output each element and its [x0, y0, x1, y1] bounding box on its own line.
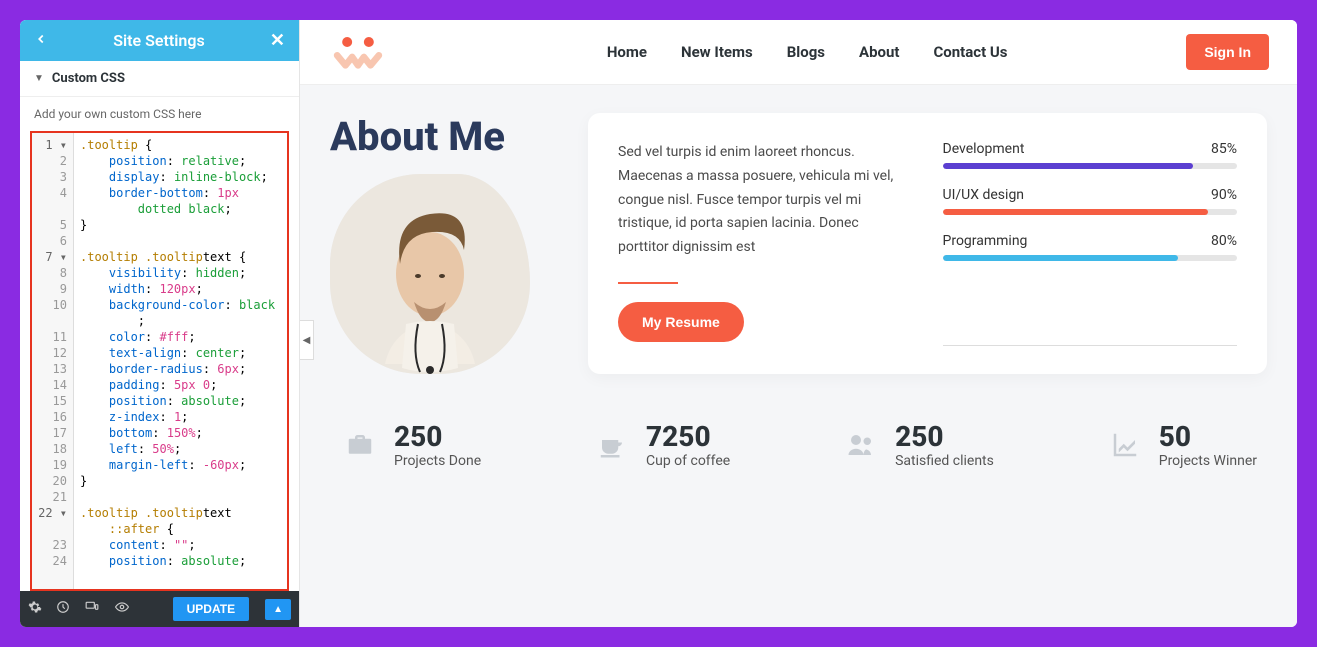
avatar-image: [330, 174, 530, 374]
about-card: Sed vel turpis id enim laoreet rhoncus. …: [588, 113, 1267, 374]
skill-pct: 90%: [1211, 187, 1237, 203]
eye-icon[interactable]: [114, 600, 130, 618]
code-gutter: 1 ▾234567 ▾8910111213141516171819202122 …: [32, 133, 74, 589]
site-logo[interactable]: [328, 32, 388, 72]
nav-link-contact-us[interactable]: Contact Us: [933, 43, 1007, 61]
skill-bar: [943, 255, 1238, 261]
briefcase-icon: [340, 430, 380, 460]
skill-name: Development: [943, 141, 1025, 157]
signin-button[interactable]: Sign In: [1186, 34, 1269, 70]
skill-row: Development 85%: [943, 141, 1238, 169]
nav-link-blogs[interactable]: Blogs: [787, 43, 825, 61]
custom-css-section-header[interactable]: ▼ Custom CSS: [20, 61, 299, 97]
history-icon[interactable]: [56, 600, 70, 618]
update-button[interactable]: UPDATE: [173, 597, 249, 621]
update-dropdown-button[interactable]: ▲: [265, 599, 291, 620]
skill-pct: 80%: [1211, 233, 1237, 249]
stat-number: 250: [895, 420, 994, 453]
stats-row: 250Projects Done7250Cup of coffee250Sati…: [330, 420, 1267, 469]
skills-list: Development 85% UI/UX design 90% Programming…: [943, 141, 1238, 346]
stat-number: 7250: [646, 420, 730, 453]
stat-label: Cup of coffee: [646, 453, 730, 469]
resume-button[interactable]: My Resume: [618, 302, 744, 342]
nav-link-new-items[interactable]: New Items: [681, 43, 753, 61]
sidebar-header: Site Settings ✕: [20, 20, 299, 61]
stat-label: Satisfied clients: [895, 453, 994, 469]
back-icon[interactable]: [34, 31, 48, 50]
skill-name: Programming: [943, 233, 1028, 249]
stat-item: 50Projects Winner: [1105, 420, 1257, 469]
page-title: About Me: [330, 113, 560, 160]
custom-css-label: Custom CSS: [52, 71, 125, 86]
close-icon[interactable]: ✕: [270, 30, 285, 51]
users-icon: [841, 430, 881, 460]
preview-main: ◀ Home New Items Blogs About Contact Us Sign…: [300, 20, 1297, 627]
settings-sidebar: Site Settings ✕ ▼ Custom CSS Add your ow…: [20, 20, 300, 627]
stat-label: Projects Winner: [1159, 453, 1257, 469]
divider: [618, 282, 678, 284]
skill-row: Programming 80%: [943, 233, 1238, 261]
collapse-sidebar-handle[interactable]: ◀: [300, 320, 314, 360]
skill-bar: [943, 163, 1238, 169]
stat-item: 7250Cup of coffee: [592, 420, 730, 469]
about-paragraph: Sed vel turpis id enim laoreet rhoncus. …: [618, 141, 913, 260]
caret-down-icon: ▼: [34, 73, 44, 84]
skill-pct: 85%: [1211, 141, 1237, 157]
code-body[interactable]: .tooltip { position: relative; display: …: [74, 133, 287, 589]
stat-label: Projects Done: [394, 453, 481, 469]
custom-css-hint: Add your own custom CSS here: [20, 97, 299, 131]
chart-icon: [1105, 430, 1145, 460]
stat-item: 250Projects Done: [340, 420, 481, 469]
skill-name: UI/UX design: [943, 187, 1025, 203]
stat-item: 250Satisfied clients: [841, 420, 994, 469]
skill-row: UI/UX design 90%: [943, 187, 1238, 215]
nav-link-about[interactable]: About: [859, 43, 899, 61]
skill-bar: [943, 209, 1238, 215]
stat-number: 250: [394, 420, 481, 453]
stat-number: 50: [1159, 420, 1257, 453]
sidebar-footer: UPDATE ▲: [20, 591, 299, 627]
sidebar-title: Site Settings: [48, 31, 270, 50]
css-code-editor[interactable]: 1 ▾234567 ▾8910111213141516171819202122 …: [30, 131, 289, 591]
gear-icon[interactable]: [28, 600, 42, 618]
coffee-icon: [592, 430, 632, 460]
site-topnav: Home New Items Blogs About Contact Us Sign I…: [300, 20, 1297, 85]
nav-link-home[interactable]: Home: [607, 43, 647, 61]
devices-icon[interactable]: [84, 600, 100, 618]
